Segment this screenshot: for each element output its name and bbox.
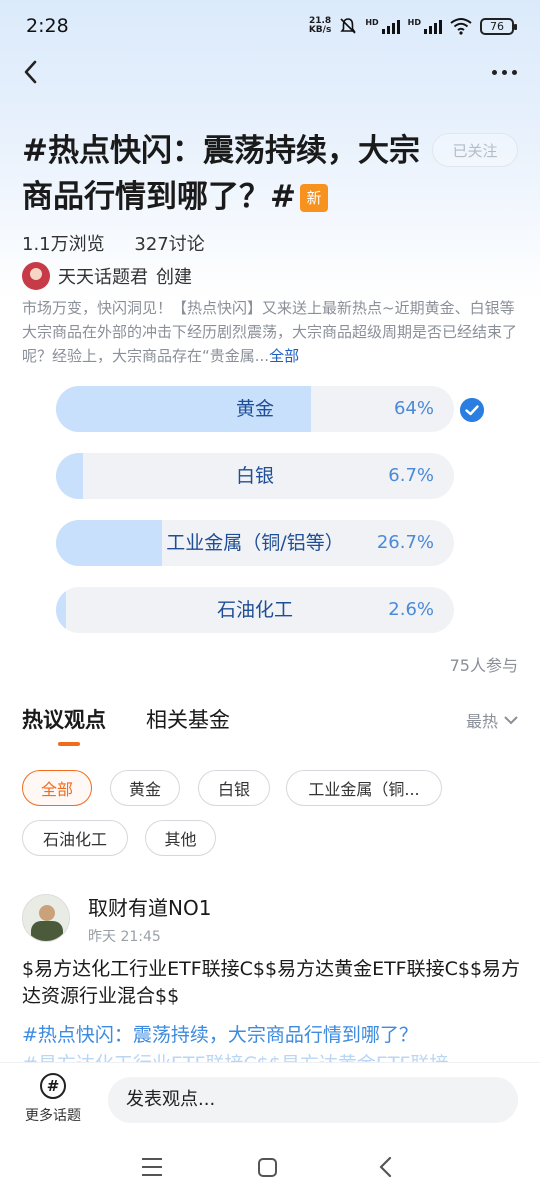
tab-related-funds[interactable]: 相关基金 xyxy=(146,704,230,734)
creator-suffix: 创建 xyxy=(156,267,192,288)
chip-silver[interactable]: 白银 xyxy=(198,770,270,806)
wifi-icon xyxy=(450,18,472,35)
system-nav-bar xyxy=(0,1140,540,1200)
poll-option[interactable]: 黄金 64% xyxy=(56,386,454,432)
participants-count: 75人参与 xyxy=(449,656,518,675)
dot-icon xyxy=(491,69,497,75)
discussions-count: 327讨论 xyxy=(134,234,205,255)
post-author-name[interactable]: 取财有道NO1 xyxy=(88,892,211,921)
net-speed: 21.8 KB/s xyxy=(309,17,331,35)
battery-level: 76 xyxy=(490,19,504,33)
more-topics-button[interactable]: # 更多话题 xyxy=(20,1073,86,1125)
more-topics-label: 更多话题 xyxy=(25,1108,81,1124)
signal-1-icon: HD xyxy=(365,18,400,34)
poll-option[interactable]: 石油化工 2.6% xyxy=(56,587,454,633)
mute-icon xyxy=(340,18,356,34)
discussion-tabs: 热议观点 相关基金 最热 xyxy=(22,704,518,748)
dot-icon xyxy=(501,69,507,75)
chip-petrochemical[interactable]: 石油化工 xyxy=(22,820,128,856)
more-options-button[interactable] xyxy=(486,58,522,86)
poll-option-percent: 26.7% xyxy=(376,532,434,553)
post-text: $易方达化工行业ETF联接C$$易方达黄金ETF联接C$$易方达资源行业混合$$ xyxy=(22,958,521,1007)
poll-option-percent: 2.6% xyxy=(388,599,434,620)
signal-2-icon: HD xyxy=(408,18,442,34)
poll-option[interactable]: 白银 6.7% xyxy=(56,453,454,499)
poll-option[interactable]: 工业金属（铜/铝等） 26.7% xyxy=(56,520,454,566)
status-bar: 2:28 21.8 KB/s HD HD 76 xyxy=(0,0,540,52)
poll: 黄金 64% 白银 6.7% 工业金属（铜/铝等） 26.7% 石油化工 2.6% xyxy=(56,386,486,654)
poll-option-percent: 6.7% xyxy=(388,465,434,486)
poll-option-percent: 64% xyxy=(393,398,434,419)
topic-title: #热点快闪：震荡持续，大宗商品行情到哪了？# 新 xyxy=(22,128,422,220)
dot-icon xyxy=(511,69,517,75)
topic-title-text: #热点快闪：震荡持续，大宗商品行情到哪了？# xyxy=(22,133,420,215)
hd-1-label: HD xyxy=(365,18,379,27)
menu-icon[interactable] xyxy=(142,1158,162,1176)
chip-all[interactable]: 全部 xyxy=(22,770,92,806)
chip-gold[interactable]: 黄金 xyxy=(110,770,180,806)
post-author-avatar[interactable] xyxy=(22,894,70,942)
topic-stats: 1.1万浏览 327讨论 xyxy=(22,230,229,256)
home-icon[interactable] xyxy=(258,1158,277,1177)
sort-dropdown[interactable]: 最热 xyxy=(466,708,518,732)
follow-button[interactable]: 已关注 xyxy=(432,133,518,167)
tab-active-indicator xyxy=(58,742,80,746)
post-time: 昨天 21:45 xyxy=(88,929,161,945)
new-badge: 新 xyxy=(299,184,328,212)
comment-input[interactable]: 发表观点... xyxy=(108,1077,518,1123)
post-faded-line: #易方达化工行业ETF联接C$$易方达黄金ETF联接 xyxy=(22,1052,522,1062)
top-nav xyxy=(0,52,540,92)
chip-industrial-metals[interactable]: 工业金属（铜... xyxy=(286,770,442,806)
status-time: 2:28 xyxy=(26,15,69,37)
sort-label: 最热 xyxy=(465,712,498,731)
views-count: 1.1万浏览 xyxy=(22,234,105,255)
back-icon[interactable] xyxy=(16,56,48,88)
net-speed-unit: KB/s xyxy=(308,25,332,35)
topic-description: 市场万变，快闪洞见！【热点快闪】又来送上最新热点~近期黄金、白银等大宗商品在外部… xyxy=(22,296,518,368)
creator-name[interactable]: 天天话题君 xyxy=(58,263,148,289)
bottom-bar: # 更多话题 发表观点... xyxy=(0,1062,540,1138)
system-back-icon[interactable] xyxy=(376,1156,396,1178)
creator-avatar[interactable] xyxy=(22,262,50,290)
selected-check-icon xyxy=(460,398,484,422)
battery-icon: 76 xyxy=(480,17,517,35)
status-icons: 21.8 KB/s HD HD 76 xyxy=(309,17,517,35)
hd-2-label: HD xyxy=(407,18,421,27)
hashtag-icon: # xyxy=(40,1073,66,1099)
post-topic-link[interactable]: #热点快闪：震荡持续，大宗商品行情到哪了？ xyxy=(22,1020,418,1047)
creator-row[interactable]: 天天话题君 创建 xyxy=(22,262,192,290)
chevron-down-icon xyxy=(504,716,518,725)
tab-hot-opinions[interactable]: 热议观点 xyxy=(22,704,106,734)
description-more-link[interactable]: 全部 xyxy=(269,347,299,365)
chip-other[interactable]: 其他 xyxy=(145,820,216,856)
